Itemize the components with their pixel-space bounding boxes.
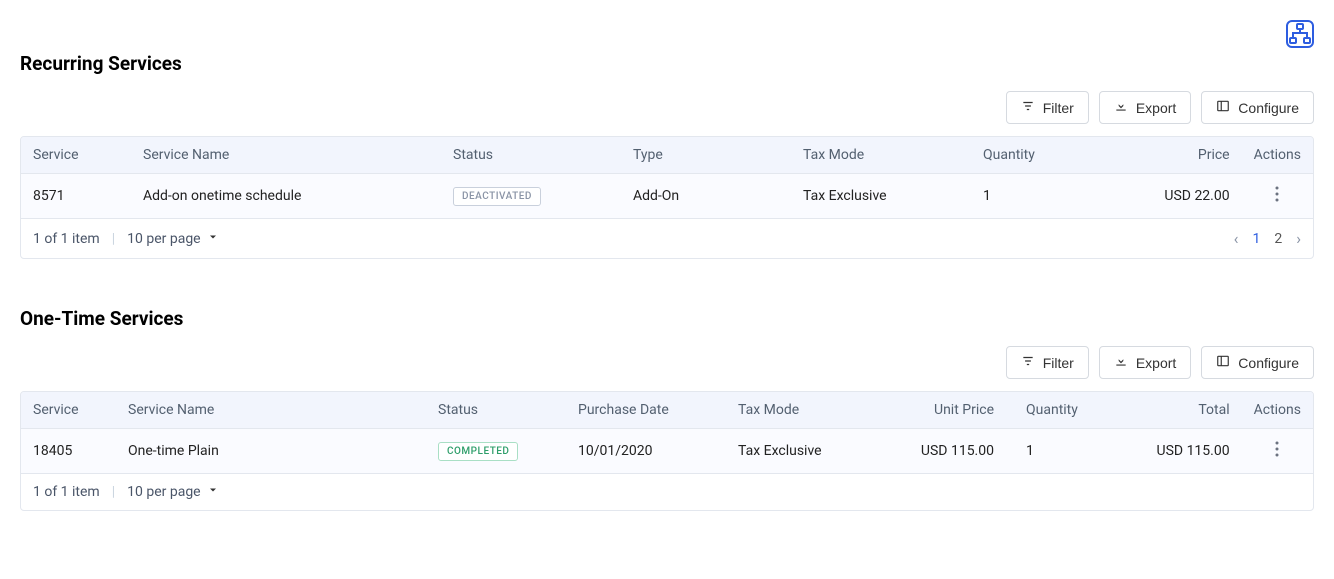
col-actions: Actions bbox=[1242, 137, 1313, 174]
filter-icon bbox=[1021, 99, 1035, 116]
export-button[interactable]: Export bbox=[1099, 346, 1191, 379]
configure-button[interactable]: Configure bbox=[1201, 91, 1314, 124]
per-page-selector[interactable]: 10 per page bbox=[127, 484, 218, 500]
chevron-down-icon bbox=[207, 484, 219, 500]
cell-quantity: 1 bbox=[971, 174, 1081, 219]
status-badge: DEACTIVATED bbox=[453, 187, 541, 206]
cell-price: USD 22.00 bbox=[1081, 174, 1242, 219]
col-total: Total bbox=[1116, 392, 1242, 429]
onetime-table: Service Service Name Status Purchase Dat… bbox=[20, 391, 1314, 511]
configure-label: Configure bbox=[1238, 100, 1299, 116]
cell-actions bbox=[1242, 429, 1313, 474]
col-purchase-date: Purchase Date bbox=[566, 392, 726, 429]
onetime-services-section: One-Time Services Filter Export Configur… bbox=[20, 307, 1314, 511]
chevron-down-icon bbox=[207, 231, 219, 247]
cell-type: Add-On bbox=[621, 174, 791, 219]
recurring-title: Recurring Services bbox=[20, 52, 1314, 75]
recurring-table: Service Service Name Status Type Tax Mod… bbox=[20, 136, 1314, 259]
col-service: Service bbox=[21, 392, 116, 429]
cell-service: 18405 bbox=[21, 429, 116, 474]
configure-button[interactable]: Configure bbox=[1201, 346, 1314, 379]
col-service-name: Service Name bbox=[131, 137, 441, 174]
configure-icon bbox=[1216, 99, 1230, 116]
cell-service-name: Add-on onetime schedule bbox=[131, 174, 441, 219]
export-button[interactable]: Export bbox=[1099, 91, 1191, 124]
export-icon bbox=[1114, 354, 1128, 371]
footer-summary: 1 of 1 item bbox=[33, 231, 100, 247]
recurring-toolbar: Filter Export Configure bbox=[20, 91, 1314, 124]
page-next[interactable]: › bbox=[1296, 229, 1301, 248]
configure-label: Configure bbox=[1238, 355, 1299, 371]
col-actions: Actions bbox=[1242, 392, 1313, 429]
filter-icon bbox=[1021, 354, 1035, 371]
filter-button[interactable]: Filter bbox=[1006, 91, 1089, 124]
export-label: Export bbox=[1136, 100, 1176, 116]
cell-tax-mode: Tax Exclusive bbox=[726, 429, 866, 474]
configure-icon bbox=[1216, 354, 1230, 371]
recurring-footer: 1 of 1 item | 10 per page ‹ 1 2 › bbox=[21, 219, 1313, 258]
per-page-label: 10 per page bbox=[127, 484, 200, 500]
col-tax-mode: Tax Mode bbox=[791, 137, 971, 174]
page-current[interactable]: 1 bbox=[1252, 231, 1260, 247]
col-service-name: Service Name bbox=[116, 392, 426, 429]
page-prev[interactable]: ‹ bbox=[1234, 229, 1239, 248]
table-header-row: Service Service Name Status Purchase Dat… bbox=[21, 392, 1313, 429]
filter-button[interactable]: Filter bbox=[1006, 346, 1089, 379]
status-badge: COMPLETED bbox=[438, 442, 518, 461]
table-header-row: Service Service Name Status Type Tax Mod… bbox=[21, 137, 1313, 174]
col-price: Price bbox=[1081, 137, 1242, 174]
cell-purchase-date: 10/01/2020 bbox=[566, 429, 726, 474]
cell-status: COMPLETED bbox=[426, 429, 566, 474]
filter-label: Filter bbox=[1043, 355, 1074, 371]
kebab-icon[interactable] bbox=[1275, 186, 1279, 206]
table-row[interactable]: 8571 Add-on onetime schedule DEACTIVATED… bbox=[21, 174, 1313, 219]
onetime-toolbar: Filter Export Configure bbox=[20, 346, 1314, 379]
footer-separator: | bbox=[112, 231, 115, 247]
col-service: Service bbox=[21, 137, 131, 174]
col-quantity: Quantity bbox=[1006, 392, 1116, 429]
col-status: Status bbox=[426, 392, 566, 429]
footer-separator: | bbox=[112, 484, 115, 500]
per-page-label: 10 per page bbox=[127, 231, 200, 247]
cell-unit-price: USD 115.00 bbox=[866, 429, 1006, 474]
onetime-footer: 1 of 1 item | 10 per page bbox=[21, 474, 1313, 510]
kebab-icon[interactable] bbox=[1275, 441, 1279, 461]
org-chart-icon[interactable] bbox=[1286, 20, 1314, 48]
export-label: Export bbox=[1136, 355, 1176, 371]
cell-total: USD 115.00 bbox=[1116, 429, 1242, 474]
filter-label: Filter bbox=[1043, 100, 1074, 116]
footer-summary: 1 of 1 item bbox=[33, 484, 100, 500]
onetime-title: One-Time Services bbox=[20, 307, 1314, 330]
recurring-services-section: Recurring Services Filter Export Configu… bbox=[20, 52, 1314, 259]
cell-actions bbox=[1242, 174, 1313, 219]
export-icon bbox=[1114, 99, 1128, 116]
pagination: ‹ 1 2 › bbox=[1234, 229, 1301, 248]
cell-service-name: One-time Plain bbox=[116, 429, 426, 474]
cell-service: 8571 bbox=[21, 174, 131, 219]
col-status: Status bbox=[441, 137, 621, 174]
cell-tax-mode: Tax Exclusive bbox=[791, 174, 971, 219]
cell-status: DEACTIVATED bbox=[441, 174, 621, 219]
col-quantity: Quantity bbox=[971, 137, 1081, 174]
page-2[interactable]: 2 bbox=[1274, 231, 1282, 247]
cell-quantity: 1 bbox=[1006, 429, 1116, 474]
col-unit-price: Unit Price bbox=[866, 392, 1006, 429]
col-tax-mode: Tax Mode bbox=[726, 392, 866, 429]
per-page-selector[interactable]: 10 per page bbox=[127, 231, 218, 247]
col-type: Type bbox=[621, 137, 791, 174]
table-row[interactable]: 18405 One-time Plain COMPLETED 10/01/202… bbox=[21, 429, 1313, 474]
